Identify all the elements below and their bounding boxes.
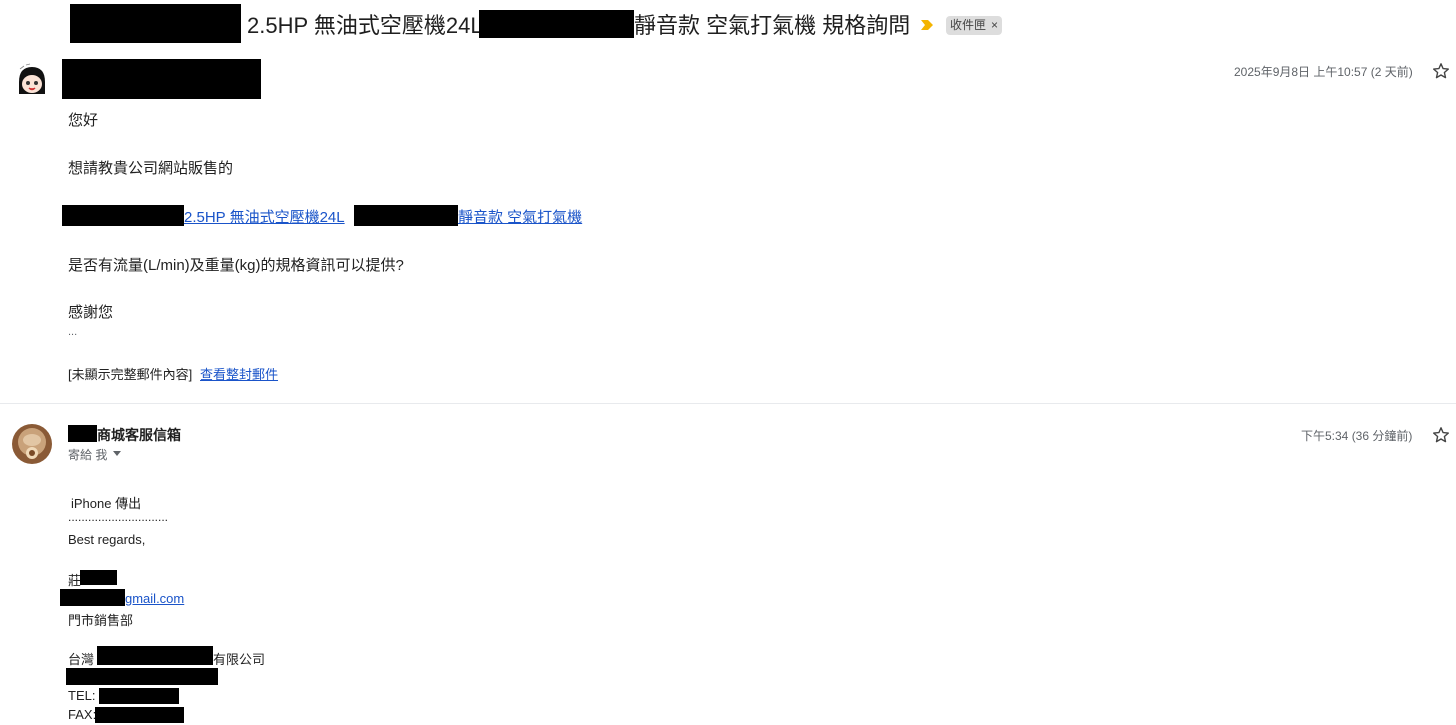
thanks-text: 感謝您: [68, 304, 114, 321]
clipped-notice: [未顯示完整郵件內容]: [68, 367, 193, 382]
redacted-sender-name: [62, 59, 261, 99]
email-link[interactable]: gmail.com: [125, 591, 184, 606]
best-regards-text: Best regards,: [68, 532, 146, 547]
redacted-block: [97, 646, 213, 665]
redacted-block: [66, 668, 218, 685]
redacted-block: [80, 570, 117, 585]
redacted-block: [70, 4, 241, 43]
redacted-block: [354, 205, 458, 226]
fax-label: FAX:: [68, 707, 97, 722]
redacted-block: [479, 10, 634, 38]
message-timestamp: 下午5:34 (36 分鐘前): [1301, 429, 1413, 443]
label-close-icon[interactable]: ×: [991, 18, 998, 32]
subject-part-1: 2.5HP 無油式空壓機24L: [247, 13, 483, 38]
subject-part-2: 靜音款 空氣打氣機 規格詢問: [634, 13, 911, 38]
separator-dots: ..............................: [68, 510, 169, 524]
department-text: 門市銷售部: [68, 613, 134, 628]
sender-name: 商城客服信箱: [97, 427, 181, 443]
message-divider: [0, 403, 1456, 404]
star-icon[interactable]: [1432, 62, 1450, 80]
greeting-text: 您好: [68, 112, 99, 129]
redacted-block: [99, 688, 179, 704]
company-suffix: 有限公司: [213, 652, 266, 667]
product-link[interactable]: 2.5HP 無油式空壓機24L: [184, 206, 345, 227]
product-link[interactable]: 靜音款 空氣打氣機: [458, 206, 582, 227]
star-icon[interactable]: [1432, 426, 1450, 444]
avatar[interactable]: [12, 424, 52, 464]
company-prefix: 台灣: [68, 652, 95, 667]
importance-marker-icon[interactable]: [920, 18, 934, 32]
caret-down-icon[interactable]: [113, 451, 121, 456]
tel-label: TEL:: [68, 688, 96, 703]
redacted-block: [68, 425, 97, 442]
view-full-message-link[interactable]: 查看整封郵件: [200, 364, 278, 383]
redacted-block: [95, 707, 184, 723]
label-chip-inbox[interactable]: 收件匣 ×: [946, 16, 1003, 35]
body-line: 想請教貴公司網站販售的: [68, 160, 234, 177]
trimmed-content-toggle[interactable]: ...: [68, 326, 77, 338]
redacted-block: [60, 589, 125, 606]
label-chip-text: 收件匣: [950, 18, 987, 32]
recipient-summary: 寄給 我: [68, 448, 108, 462]
message-timestamp: 2025年9月8日 上午10:57 (2 天前): [1234, 65, 1413, 79]
redacted-block: [62, 205, 184, 226]
avatar[interactable]: [12, 60, 52, 100]
question-text: 是否有流量(L/min)及重量(kg)的規格資訊可以提供?: [68, 257, 404, 274]
